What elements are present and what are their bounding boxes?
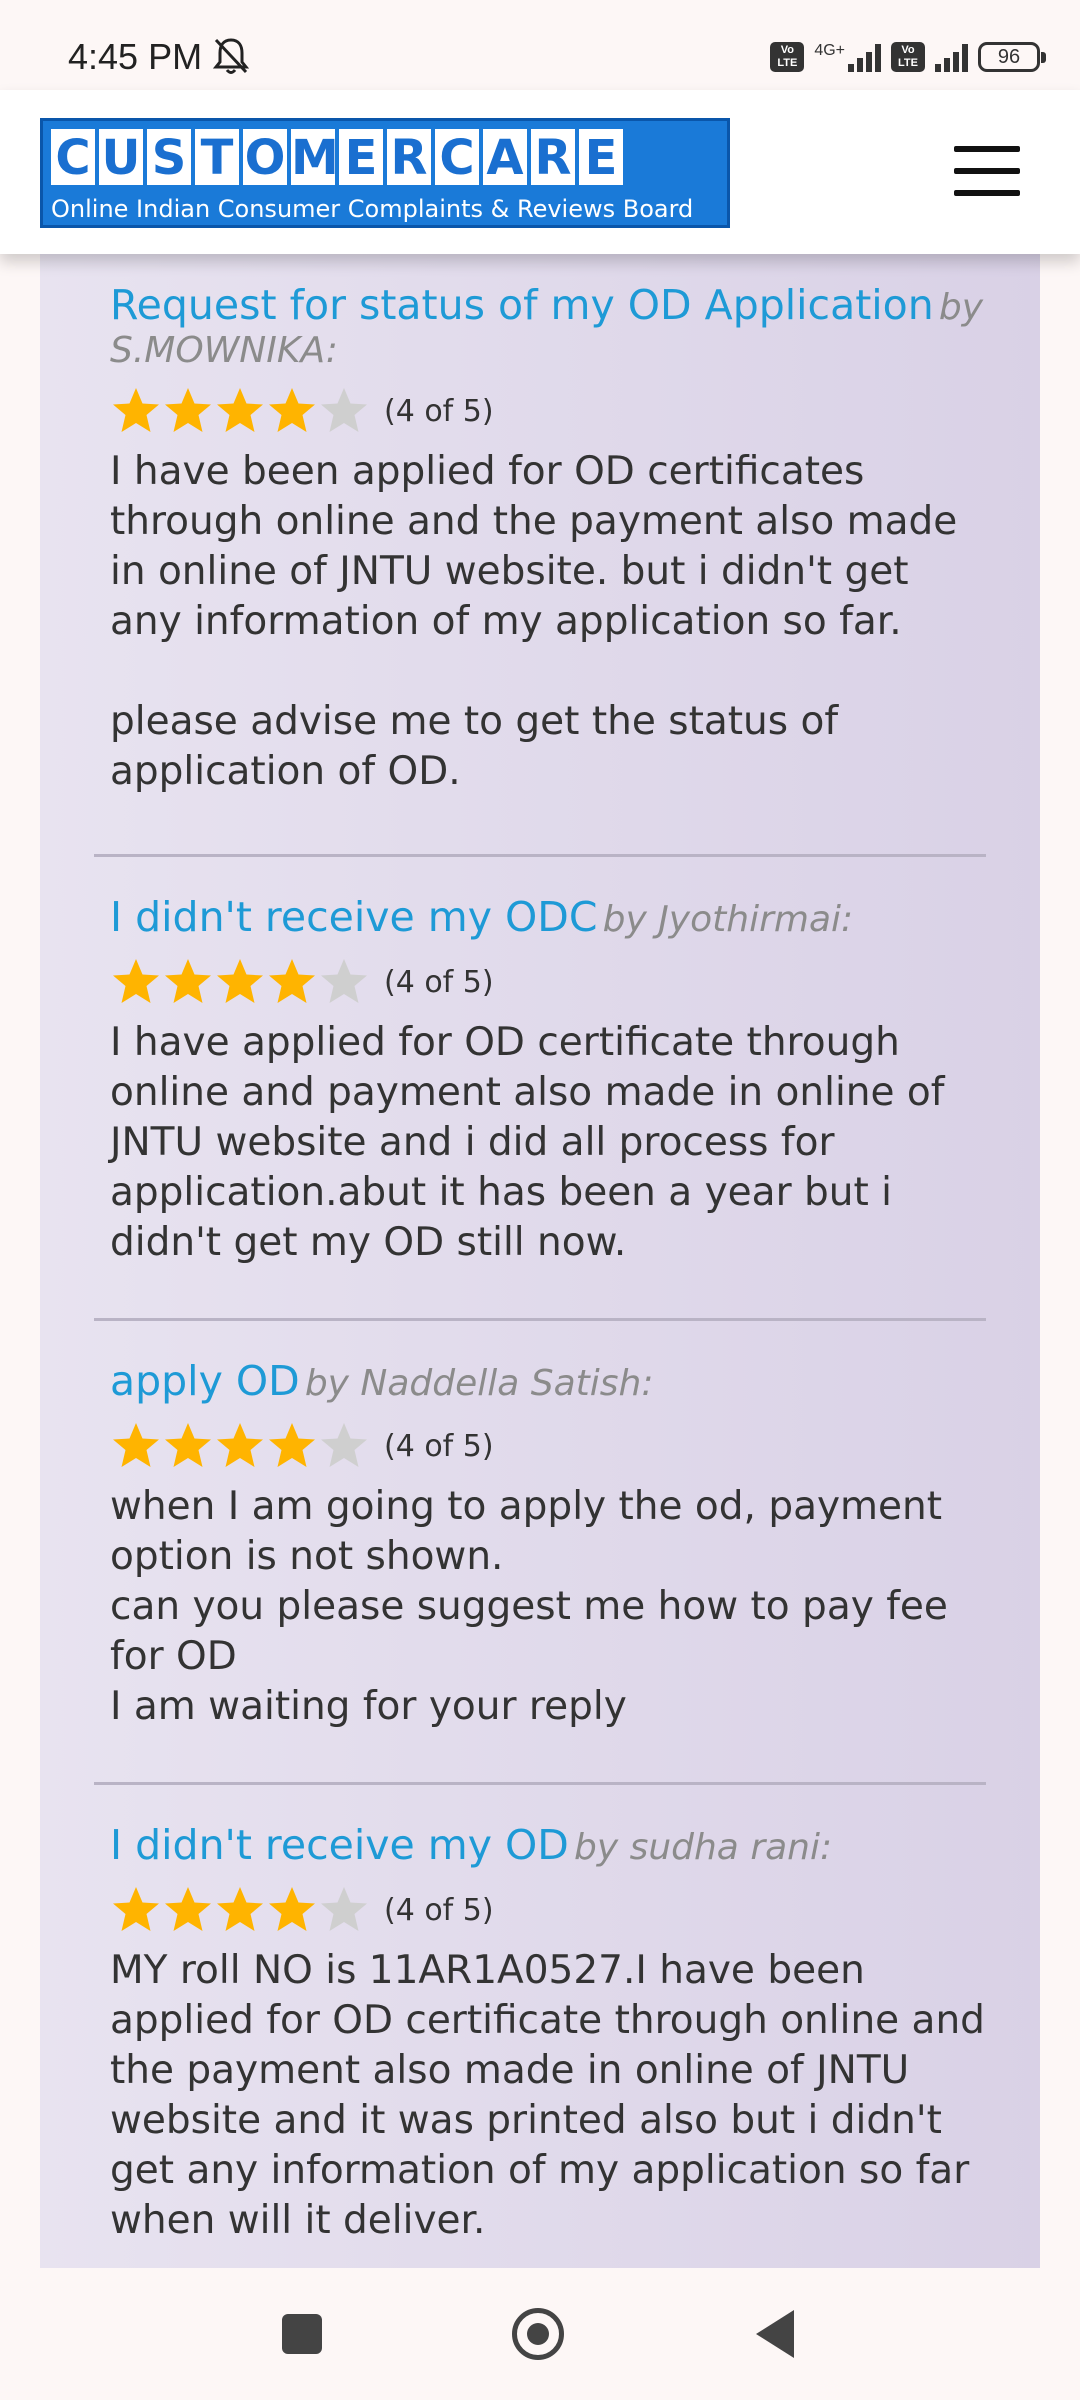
- star-empty-icon: [321, 388, 367, 432]
- star-filled-icon: [217, 1887, 263, 1931]
- review-heading: I didn't receive my OD by sudha rani:: [110, 1820, 990, 1870]
- star-filled-icon: [113, 1423, 159, 1467]
- star-filled-icon: [269, 1887, 315, 1931]
- star-empty-icon: [321, 1423, 367, 1467]
- star-empty-icon: [321, 1887, 367, 1931]
- review-item: apply OD by Naddella Satish: (4 of 5) wh…: [110, 1356, 990, 1732]
- review-author: by Naddella Satish:: [304, 1363, 654, 1404]
- logo-letter: E: [339, 129, 383, 186]
- star-filled-icon: [113, 388, 159, 432]
- rating-text: (4 of 5): [384, 393, 494, 429]
- star-rating: (4 of 5): [110, 1884, 990, 1936]
- review-body: I have been applied for OD certificates …: [110, 449, 958, 794]
- logo-letters: CUSTOMERCARE: [51, 129, 623, 186]
- rating-text: (4 of 5): [384, 964, 494, 1000]
- divider: [94, 1782, 986, 1785]
- review-item: I didn't receive my OD by sudha rani: (4…: [110, 1820, 990, 2246]
- star-filled-icon: [269, 959, 315, 1003]
- logo-letter: E: [579, 129, 623, 186]
- star-filled-icon: [113, 959, 159, 1003]
- back-triangle-icon[interactable]: [756, 2310, 794, 2358]
- site-header: CUSTOMERCARE Online Indian Consumer Comp…: [0, 90, 1080, 254]
- review-heading: apply OD by Naddella Satish:: [110, 1356, 990, 1406]
- logo-letter: U: [99, 129, 143, 186]
- review-heading: Request for status of my OD Application …: [110, 280, 990, 371]
- review-body: MY roll NO is 11AR1A0527.I have been app…: [110, 1948, 985, 2243]
- star-filled-icon: [165, 1887, 211, 1931]
- review-title-link[interactable]: I didn't receive my OD: [110, 1821, 569, 1869]
- logo-letter: C: [51, 129, 95, 186]
- status-icons: Vo LTE 4G+ Vo LTE 96: [770, 34, 1046, 80]
- logo-letter: O: [243, 129, 287, 186]
- star-filled-icon: [269, 388, 315, 432]
- star-filled-icon: [217, 1423, 263, 1467]
- divider: [94, 1318, 986, 1321]
- volte-icon: Vo LTE: [770, 42, 805, 72]
- battery-icon: 96: [978, 42, 1046, 72]
- star-rating: (4 of 5): [110, 956, 990, 1008]
- system-nav-bar: [0, 2270, 1080, 2400]
- signal-icon-sim2: [935, 42, 968, 72]
- review-item: I didn't receive my ODC by Jyothirmai: (…: [110, 892, 990, 1268]
- status-time: 4:45 PM: [68, 36, 203, 77]
- star-rating: (4 of 5): [110, 1420, 990, 1472]
- logo-letter: C: [435, 129, 479, 186]
- logo-subtitle: Online Indian Consumer Complaints & Revi…: [51, 195, 694, 223]
- star-rating: (4 of 5): [110, 385, 990, 437]
- star-empty-icon: [321, 959, 367, 1003]
- network-type: 4G+: [814, 42, 845, 59]
- logo-letter: R: [531, 129, 575, 186]
- divider: [94, 854, 986, 857]
- review-body: I have applied for OD certificate throug…: [110, 1020, 945, 1265]
- review-author: by Jyothirmai:: [602, 899, 854, 940]
- bell-off-icon: [212, 38, 250, 74]
- status-bar: 4:45 PM Vo LTE 4G+ Vo LTE 96: [0, 0, 1080, 90]
- logo-letter: M: [291, 129, 339, 186]
- rating-text: (4 of 5): [384, 1428, 494, 1464]
- logo-letter: T: [195, 129, 239, 186]
- star-filled-icon: [217, 388, 263, 432]
- review-item: Request for status of my OD Application …: [110, 280, 990, 797]
- review-author: by sudha rani:: [573, 1827, 833, 1868]
- star-filled-icon: [269, 1423, 315, 1467]
- star-filled-icon: [165, 388, 211, 432]
- home-circle-icon[interactable]: [512, 2308, 564, 2360]
- logo-letter: A: [483, 129, 527, 186]
- review-heading: I didn't receive my ODC by Jyothirmai:: [110, 892, 990, 942]
- recents-square-icon[interactable]: [282, 2314, 322, 2354]
- review-title-link[interactable]: I didn't receive my ODC: [110, 893, 598, 941]
- rating-text: (4 of 5): [384, 1892, 494, 1928]
- hamburger-menu-icon[interactable]: [954, 146, 1020, 198]
- logo-letter: R: [387, 129, 431, 186]
- review-title-link[interactable]: apply OD: [110, 1357, 300, 1405]
- review-body: when I am going to apply the od, payment…: [110, 1484, 948, 1729]
- site-logo[interactable]: CUSTOMERCARE Online Indian Consumer Comp…: [40, 118, 730, 228]
- volte-icon-2: Vo LTE: [891, 42, 925, 72]
- reviews-panel: Request for status of my OD Application …: [40, 254, 1040, 2268]
- signal-icon-sim1: 4G+: [814, 42, 881, 72]
- star-filled-icon: [165, 1423, 211, 1467]
- review-title-link[interactable]: Request for status of my OD Application: [110, 281, 934, 329]
- star-filled-icon: [217, 959, 263, 1003]
- star-filled-icon: [113, 1887, 159, 1931]
- star-filled-icon: [165, 959, 211, 1003]
- logo-letter: S: [147, 129, 191, 186]
